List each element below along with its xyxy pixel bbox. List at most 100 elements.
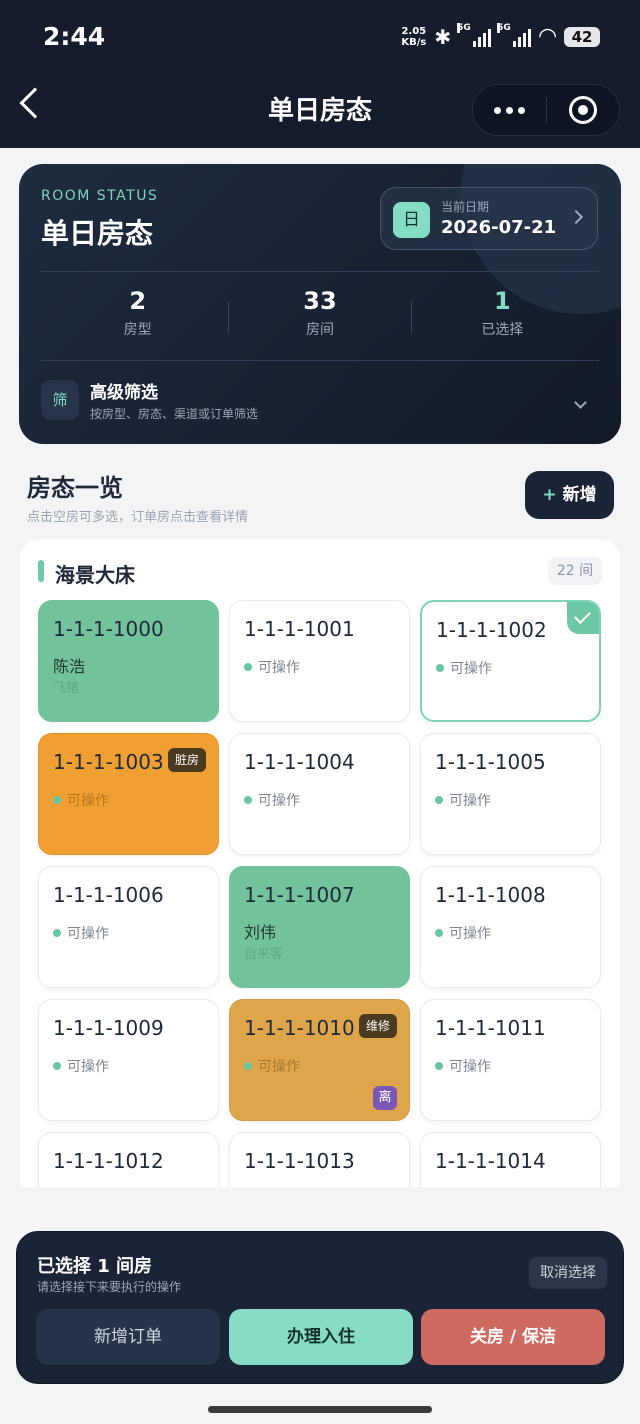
room-status-text: 可操作 [449,793,491,809]
bluetooth-icon: ✱ [434,24,452,49]
check-in-button[interactable]: 办理入住 [229,1309,413,1365]
room-card[interactable]: 1-1-1-1011 可操作 [420,999,601,1121]
dirty-tag: 脏房 [167,748,206,772]
room-status-text: 可操作 [67,793,109,809]
selection-title: 已选择 1 间房 [37,1256,153,1277]
date-picker[interactable]: 日 当前日期 2026-07-21 [380,187,598,250]
filter-title: 高级筛选 [90,383,158,403]
room-number: 1-1-1-1007 [244,883,355,907]
room-status-text: 可操作 [449,1059,491,1075]
status-dot-icon [436,664,444,672]
room-status-text: 可操作 [258,660,300,676]
room-card[interactable]: 1-1-1-1009 可操作 [38,999,219,1121]
calendar-day-icon: 日 [393,202,430,238]
room-number: 1-1-1-1005 [435,750,546,774]
summary-title: 单日房态 [41,217,154,250]
room-number: 1-1-1-1002 [436,618,547,642]
status-dot-icon [244,663,252,671]
room-card-occupied[interactable]: 1-1-1-1000 陈浩 飞猪 [38,600,219,722]
top-bar: 2:44 2.05 KB/s ✱ 5G 5G ◠ 42 单日房态 [0,0,640,148]
room-status-text: 可操作 [67,926,109,942]
room-number: 1-1-1-1004 [244,750,355,774]
room-status: 可操作 [53,790,109,810]
repair-tag: 维修 [358,1014,397,1038]
room-card[interactable]: 1-1-1-1014 [420,1132,601,1187]
stat-selected: 1 已选择 [412,287,593,347]
status-icons: 2.05 KB/s ✱ 5G 5G ◠ 42 [401,22,600,49]
speed-value: 2.05 [401,25,427,37]
network-speed: 2.05 KB/s [401,26,426,48]
room-card[interactable]: 1-1-1-1006 可操作 [38,866,219,988]
chevron-right-icon [568,209,584,225]
wifi-icon: ◠ [539,24,556,49]
stat-rooms: 33 房间 [229,287,410,347]
home-indicator [208,1406,432,1413]
stat-value: 33 [303,287,337,315]
status-dot-icon [53,1062,61,1070]
battery-icon: 42 [564,26,600,47]
room-number: 1-1-1-1001 [244,617,355,641]
room-status: 可操作 [244,790,300,810]
room-number: 1-1-1-1010 [244,1016,355,1040]
room-status: 可操作 [53,923,109,943]
status-dot-icon [435,1062,443,1070]
add-button-label: 新增 [562,485,597,505]
add-button[interactable]: + 新增 [525,471,614,519]
room-status-text: 可操作 [258,1059,300,1075]
room-number: 1-1-1-1012 [53,1149,164,1173]
plus-icon: + [542,485,557,505]
room-status: 可操作 [435,790,491,810]
close-clean-button[interactable]: 关房 / 保洁 [421,1309,605,1365]
room-card-repair[interactable]: 1-1-1-1010 维修 可操作 离 [229,999,410,1121]
guest-name: 陈浩 [53,657,86,676]
room-type-name: 海景大床 [55,563,135,587]
room-card-occupied[interactable]: 1-1-1-1007 刘伟 自来客 [229,866,410,988]
room-number: 1-1-1-1009 [53,1016,164,1040]
room-card[interactable]: 1-1-1-1004 可操作 [229,733,410,855]
status-dot-icon [435,796,443,804]
room-count-badge: 22 间 [548,557,602,585]
cancel-selection-button[interactable]: 取消选择 [529,1257,607,1289]
room-status: 可操作 [244,657,300,677]
stat-label: 已选择 [481,322,524,338]
filter-icon: 筛 [41,380,79,420]
booking-source: 自来客 [244,947,284,962]
group-accent-bar [38,560,44,582]
stat-value: 2 [129,287,147,315]
eyebrow-label: ROOM STATUS [41,188,159,204]
more-icon[interactable] [473,85,546,135]
room-status: 可操作 [53,1056,109,1076]
room-status-summary-card: ROOM STATUS 单日房态 日 当前日期 2026-07-21 2 房型 … [19,164,621,444]
room-number: 1-1-1-1003 [53,750,164,774]
status-time: 2:44 [43,22,106,51]
room-number: 1-1-1-1006 [53,883,164,907]
status-dot-icon [244,796,252,804]
departure-badge: 离 [373,1086,397,1110]
close-target-icon[interactable] [547,85,619,135]
stats-row: 2 房型 33 房间 1 已选择 [47,287,593,347]
room-card-selected[interactable]: 1-1-1-1002 可操作 [420,600,601,722]
signal-icon: 5G [497,22,532,47]
stat-label: 房型 [123,322,152,338]
room-card[interactable]: 1-1-1-1013 [229,1132,410,1187]
mini-program-capsule [472,84,620,136]
room-card[interactable]: 1-1-1-1005 可操作 [420,733,601,855]
check-icon [567,602,599,634]
room-status-text: 可操作 [258,793,300,809]
selection-subtitle: 请选择接下来要执行的操作 [37,1280,182,1294]
new-order-button[interactable]: 新增订单 [36,1309,220,1365]
room-status-text: 可操作 [449,926,491,942]
room-card[interactable]: 1-1-1-1008 可操作 [420,866,601,988]
stat-label: 房间 [305,322,334,338]
room-status: 可操作 [436,658,492,678]
room-card[interactable]: 1-1-1-1001 可操作 [229,600,410,722]
room-number: 1-1-1-1014 [435,1149,546,1173]
speed-unit: KB/s [401,36,427,48]
date-label: 当前日期 [441,200,490,214]
room-card[interactable]: 1-1-1-1012 [38,1132,219,1187]
status-dot-icon [53,929,61,937]
date-value: 2026-07-21 [441,217,557,238]
room-card-dirty[interactable]: 1-1-1-1003 脏房 可操作 [38,733,219,855]
status-dot-icon [53,796,61,804]
booking-source: 飞猪 [53,681,80,696]
